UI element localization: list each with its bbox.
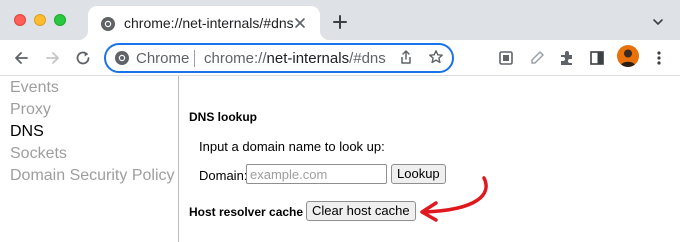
- sidebar-item-domain-security-policy[interactable]: Domain Security Policy: [10, 167, 175, 185]
- url-prefix: chrome://: [204, 50, 267, 67]
- dns-lookup-heading: DNS lookup: [189, 110, 257, 124]
- chrome-favicon-icon: [101, 17, 115, 31]
- person-icon: [620, 49, 636, 67]
- forward-icon[interactable]: [44, 49, 62, 67]
- share-icon[interactable]: [398, 49, 414, 65]
- annotation-arrow-icon: [420, 176, 488, 222]
- side-panel-icon[interactable]: [588, 49, 606, 67]
- address-bar[interactable]: Chrome chrome://net-internals/#dns: [104, 43, 454, 73]
- url-text[interactable]: chrome://net-internals/#dns: [204, 50, 386, 67]
- eyedropper-icon[interactable]: [528, 49, 546, 67]
- domain-input[interactable]: [246, 164, 387, 184]
- star-icon[interactable]: [428, 49, 444, 65]
- url-host: net-internals: [266, 50, 350, 67]
- new-tab-icon[interactable]: [332, 14, 348, 30]
- toolbar: Chrome chrome://net-internals/#dns: [0, 40, 680, 76]
- url-suffix: /#dns: [349, 50, 386, 67]
- omnibox-separator: [194, 50, 195, 67]
- tab-search-icon[interactable]: [497, 49, 515, 67]
- site-chip[interactable]: Chrome: [136, 50, 189, 67]
- sidebar-item-events[interactable]: Events: [10, 79, 59, 97]
- close-window-button[interactable]: [14, 14, 26, 26]
- minimize-window-button[interactable]: [34, 14, 46, 26]
- tab-search-chevron-icon[interactable]: [652, 17, 664, 27]
- menu-icon[interactable]: [650, 49, 668, 67]
- zoom-window-button[interactable]: [54, 14, 66, 26]
- host-resolver-cache-label: Host resolver cache: [189, 205, 304, 219]
- dns-panel: DNS lookup Input a domain name to look u…: [180, 76, 680, 242]
- reload-icon[interactable]: [74, 49, 92, 67]
- sidebar-item-proxy[interactable]: Proxy: [10, 101, 51, 119]
- domain-label: Domain:: [199, 168, 248, 183]
- lookup-instruction: Input a domain name to look up:: [199, 139, 385, 154]
- profile-avatar[interactable]: [617, 45, 639, 67]
- tab-active[interactable]: chrome://net-internals/#dns: [78, 6, 330, 40]
- close-tab-icon[interactable]: [292, 15, 308, 31]
- chrome-site-icon[interactable]: [114, 50, 130, 66]
- tab-title: chrome://net-internals/#dns: [124, 15, 294, 31]
- sidebar: Events Proxy DNS Sockets Domain Security…: [0, 76, 179, 242]
- extensions-icon[interactable]: [558, 49, 576, 67]
- sidebar-item-dns[interactable]: DNS: [10, 123, 44, 141]
- back-icon[interactable]: [12, 49, 30, 67]
- tab-strip: chrome://net-internals/#dns: [0, 0, 680, 40]
- clear-host-cache-button[interactable]: Clear host cache: [306, 201, 416, 221]
- sidebar-item-sockets[interactable]: Sockets: [10, 145, 67, 163]
